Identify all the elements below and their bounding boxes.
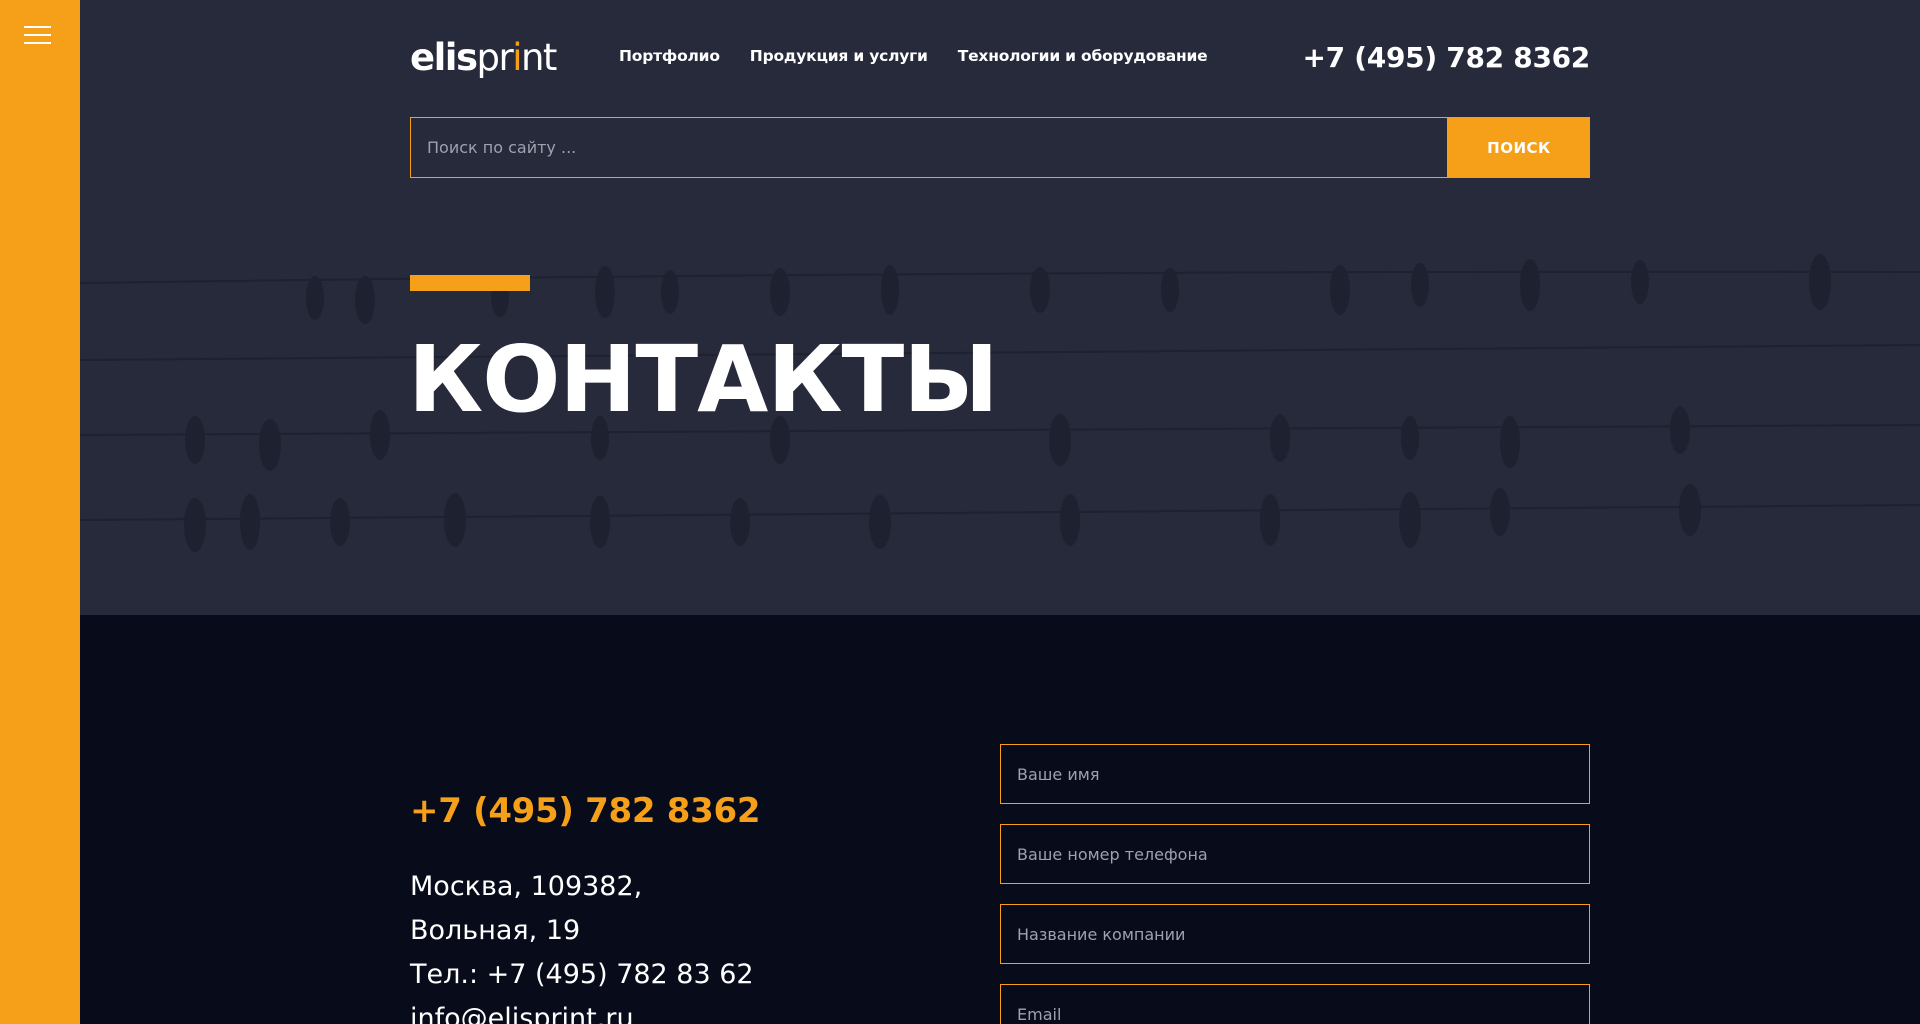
contact-address: Москва, 109382, Вольная, 19 Тел.: +7 (49…	[410, 865, 930, 1024]
logo-part-i: i	[512, 36, 522, 79]
nav-products-services[interactable]: Продукция и услуги	[750, 47, 928, 65]
birds-on-wires-background	[80, 254, 1920, 552]
address-line-2: Вольная, 19	[410, 915, 581, 946]
search-bar: ПОИСК	[410, 117, 1590, 178]
search-button[interactable]: ПОИСК	[1448, 117, 1590, 178]
contact-phone[interactable]: +7 (495) 782 8362	[410, 786, 930, 836]
contact-email[interactable]: info@elisprint.ru	[410, 997, 930, 1024]
hero-section: elisprint Портфолио Продукция и услуги Т…	[80, 0, 1920, 615]
contact-info: +7 (495) 782 8362 Москва, 109382, Вольна…	[410, 786, 930, 1024]
hamburger-menu-icon[interactable]	[24, 26, 54, 50]
tel-line: Тел.: +7 (495) 782 83 62	[410, 959, 754, 990]
page-title: КОНТАКТЫ	[408, 326, 999, 433]
name-field[interactable]	[1000, 744, 1590, 804]
company-field[interactable]	[1000, 904, 1590, 964]
address-line-1: Москва, 109382,	[410, 871, 643, 902]
main-nav: Портфолио Продукция и услуги Технологии …	[619, 47, 1208, 65]
title-accent-bar	[410, 275, 530, 291]
phone-field[interactable]	[1000, 824, 1590, 884]
logo[interactable]: elisprint	[410, 36, 557, 79]
search-input[interactable]	[410, 117, 1448, 178]
sidebar	[0, 0, 80, 1024]
header-phone[interactable]: +7 (495) 782 8362	[1302, 38, 1590, 78]
nav-technology-equipment[interactable]: Технологии и оборудование	[958, 47, 1208, 65]
logo-part-pr: pr	[476, 36, 513, 79]
logo-part-elis: elis	[410, 36, 478, 79]
email-field[interactable]	[1000, 984, 1590, 1024]
logo-part-nt: nt	[520, 36, 557, 79]
nav-portfolio[interactable]: Портфолио	[619, 47, 720, 65]
contact-form	[1000, 744, 1590, 1024]
header: elisprint Портфолио Продукция и услуги Т…	[410, 38, 1590, 78]
